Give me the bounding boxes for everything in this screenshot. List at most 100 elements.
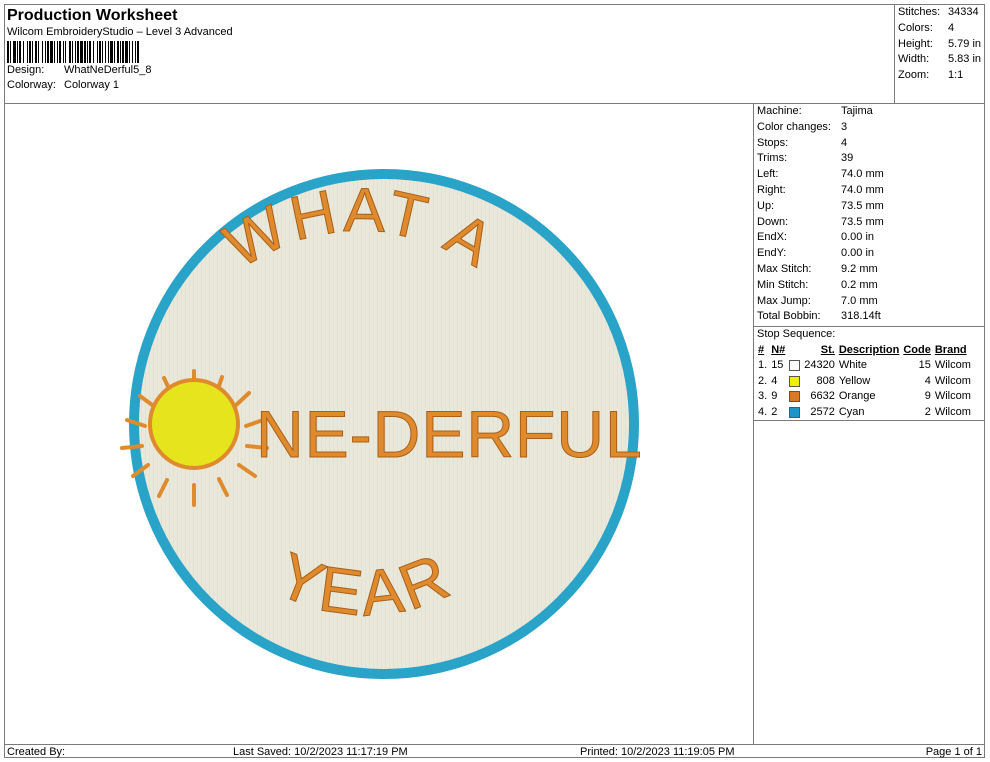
col-brand: Brand — [934, 343, 967, 356]
info-value: 74.0 mm — [841, 183, 884, 196]
row-number: 3. — [758, 390, 768, 403]
machine-info-row: Down: 73.5 mm — [754, 215, 985, 231]
page-number: Page 1 of 1 — [925, 746, 982, 758]
colorway-row: Colorway: Colorway 1 — [7, 78, 887, 93]
stat-value: 5.83 in — [948, 53, 982, 66]
col-description: Description — [838, 343, 900, 356]
info-key: Trims: — [757, 152, 788, 165]
info-key: EndX: — [757, 231, 787, 244]
stat-key: Height: — [898, 37, 933, 50]
color-swatch — [787, 374, 802, 390]
info-value: 0.2 mm — [841, 278, 878, 291]
machine-info-row: Up: 73.5 mm — [754, 199, 985, 215]
col-stitches: St. — [820, 343, 835, 356]
printed-date: Printed: 10/2/2023 11:19:05 PM — [580, 746, 735, 758]
info-key: Down: — [757, 215, 789, 228]
info-value: 73.5 mm — [841, 215, 884, 228]
info-value: 9.2 mm — [841, 262, 878, 275]
color-code: 15 — [918, 359, 931, 372]
info-value: 318.14ft — [841, 310, 881, 323]
info-value: 4 — [841, 136, 848, 149]
info-key: Machine: — [757, 105, 802, 117]
needle-number: 2 — [771, 405, 778, 418]
info-key: Color changes: — [757, 120, 831, 133]
info-key: Min Stitch: — [757, 278, 809, 291]
info-key: Stops: — [757, 136, 789, 149]
color-swatch — [787, 358, 802, 374]
color-code: 2 — [924, 405, 931, 418]
stat-row: Colors: 4 — [898, 21, 985, 37]
info-value: 74.0 mm — [841, 168, 884, 181]
needle-number: 4 — [771, 374, 778, 387]
machine-info-row: Stops: 4 — [754, 136, 985, 152]
machine-info-row: Left: 74.0 mm — [754, 167, 985, 183]
last-saved: Last Saved: 10/2/2023 11:17:19 PM — [233, 746, 408, 758]
needle-number: 15 — [771, 359, 784, 372]
stat-row: Height: 5.79 in — [898, 37, 985, 53]
thread-brand: Wilcom — [934, 405, 971, 418]
stop-sequence-table: # N# St. Description Code Brand 1. 15 2432… — [756, 343, 973, 421]
stat-row: Width: 5.83 in — [898, 52, 985, 68]
design-value: WhatNeDerful5_8 — [64, 64, 152, 76]
machine-info-row: Total Bobbin: 318.14ft — [754, 309, 985, 325]
thread-brand: Wilcom — [934, 359, 971, 372]
color-description: Cyan — [838, 405, 865, 418]
stat-key: Colors: — [898, 21, 933, 34]
table-row: 4. 2 2572 Cyan 2 Wilcom — [756, 405, 973, 421]
header-info: Production Worksheet Wilcom EmbroiderySt… — [7, 6, 887, 93]
machine-info-list: Machine: Tajima Color changes: 3 Stops: 4 Trim… — [754, 104, 985, 325]
info-key: EndY: — [757, 247, 787, 260]
page-title: Production Worksheet — [7, 7, 178, 24]
barcode — [7, 41, 233, 63]
info-key: Right: — [757, 183, 786, 196]
barcode-bar — [137, 41, 139, 63]
machine-info-row: Right: 74.0 mm — [754, 183, 985, 199]
panel-divider — [753, 421, 754, 744]
embroidery-design: WHAT A NE-DERFUL YEAR — [120, 169, 642, 679]
info-key: Max Jump: — [757, 294, 811, 307]
machine-info-row: Color changes: 3 — [754, 120, 985, 136]
stat-row: Zoom: 1:1 — [898, 68, 985, 84]
stitch-count: 6632 — [810, 390, 835, 403]
stat-key: Width: — [898, 53, 930, 66]
col-needle: N# — [771, 343, 786, 356]
footer: Created By: Last Saved: 10/2/2023 11:17:… — [5, 744, 985, 759]
design-preview: WHAT A NE-DERFUL YEAR — [5, 104, 753, 744]
stat-value: 4 — [948, 21, 955, 34]
machine-info-row: Trims: 39 — [754, 151, 985, 167]
info-value: 39 — [841, 152, 854, 165]
thread-brand: Wilcom — [934, 374, 971, 387]
stitch-count: 808 — [816, 374, 835, 387]
thread-brand: Wilcom — [934, 390, 971, 403]
info-key: Total Bobbin: — [757, 310, 821, 323]
app-subtitle: Wilcom EmbroideryStudio – Level 3 Advanc… — [7, 26, 233, 38]
info-key: Up: — [757, 199, 775, 212]
color-swatch — [787, 405, 802, 421]
stitch-count: 24320 — [804, 359, 835, 372]
color-description: White — [838, 359, 867, 372]
stat-row: Stitches: 34334 — [898, 5, 985, 21]
machine-info-row: Max Stitch: 9.2 mm — [754, 262, 985, 278]
col-number: # — [758, 343, 765, 356]
created-by: Created By: — [7, 746, 66, 758]
info-value: 0.00 in — [841, 231, 875, 244]
color-code: 4 — [924, 374, 931, 387]
table-row: 3. 9 6632 Orange 9 Wilcom — [756, 389, 973, 405]
stitch-count: 2572 — [810, 405, 835, 418]
needle-number: 9 — [771, 390, 778, 403]
machine-info-panel: Machine: Tajima Color changes: 3 Stops: 4 Trim… — [753, 104, 985, 421]
stat-key: Zoom: — [898, 69, 930, 82]
info-key: Left: — [757, 168, 779, 181]
machine-info-row: Machine: Tajima — [754, 104, 985, 120]
info-value: Tajima — [841, 105, 873, 117]
info-value: 7.0 mm — [841, 294, 878, 307]
stop-sequence-title: Stop Sequence: — [754, 326, 985, 343]
info-value: 3 — [841, 120, 848, 133]
col-code: Code — [903, 343, 931, 356]
color-code: 9 — [924, 390, 931, 403]
row-number: 2. — [758, 374, 768, 387]
machine-info-row: EndX: 0.00 in — [754, 230, 985, 246]
stat-value: 34334 — [948, 6, 979, 18]
machine-info-row: Max Jump: 7.0 mm — [754, 294, 985, 310]
stat-value: 1:1 — [948, 69, 964, 82]
